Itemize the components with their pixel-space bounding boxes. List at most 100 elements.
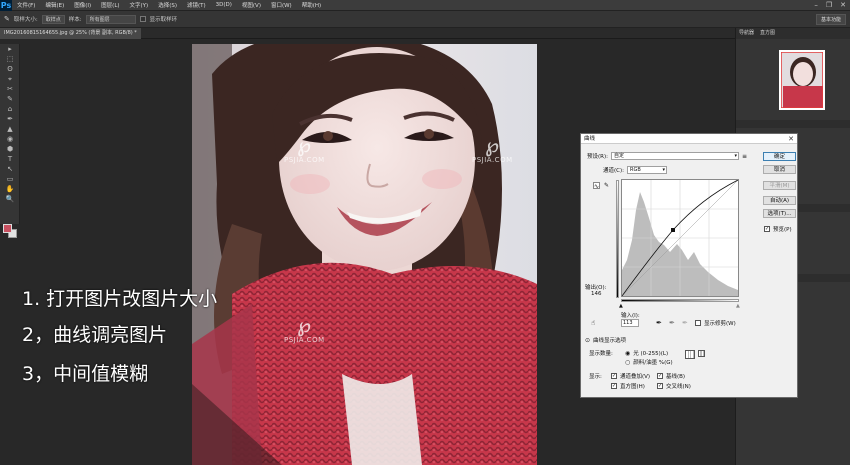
document-tab[interactable]: IMG20160815164655.jpg @ 25% (背景 副本, RGB/… xyxy=(0,28,141,39)
options-button[interactable]: 选项(T)... xyxy=(763,209,796,218)
pigment-label: 颜料/油墨 %(G) xyxy=(633,360,673,366)
smooth-button[interactable]: 平滑(M) xyxy=(763,181,796,190)
watermark-text: PSJIA.COM xyxy=(284,336,325,344)
pencil-draw-icon[interactable]: ✎ xyxy=(603,182,610,189)
intersection-option: ✓ 交叉线(N) xyxy=(657,382,691,390)
menu-window[interactable]: 窗口(W) xyxy=(266,1,297,9)
adjust-hand-icon[interactable]: ☝ xyxy=(591,319,595,327)
navigator-panel-tabs: 导航器 直方图 xyxy=(736,28,850,39)
histogram-option: ✓ 直方图(H) xyxy=(611,382,645,390)
healing-tool-icon[interactable]: ⌂ xyxy=(0,104,20,114)
intersection-checkbox[interactable]: ✓ xyxy=(657,383,663,389)
stamp-tool-icon[interactable]: ▲ xyxy=(0,124,20,134)
menu-file[interactable]: 文件(F) xyxy=(12,1,40,9)
menu-filter[interactable]: 滤镜(T) xyxy=(182,1,211,9)
menu-bar: Ps 文件(F) 编辑(E) 图像(I) 图层(L) 文字(Y) 选择(S) 滤… xyxy=(0,0,850,11)
black-eyedropper-icon[interactable]: ✒ xyxy=(656,319,662,327)
menu-help[interactable]: 帮助(H) xyxy=(297,1,326,9)
app-logo[interactable]: Ps xyxy=(0,0,12,11)
close-icon[interactable]: ✕ xyxy=(788,134,794,144)
channel-select[interactable]: RGB ▾ xyxy=(627,166,667,174)
channel-label: 通道(C): xyxy=(603,168,624,174)
eyedropper-tool-icon[interactable]: ✎ xyxy=(0,94,20,104)
black-point-slider-icon[interactable]: ▲ xyxy=(619,303,623,309)
move-tool-icon[interactable]: ▸ xyxy=(0,44,20,54)
light-radio[interactable]: ◉ xyxy=(625,350,630,357)
output-gradient-bar xyxy=(616,180,619,298)
curve-graph-svg xyxy=(621,179,739,297)
pigment-radio[interactable]: ○ xyxy=(625,359,630,366)
instruction-step-1: 1. 打开图片改图片大小 xyxy=(22,288,218,310)
intersection-label: 交叉线(N) xyxy=(666,384,691,390)
quick-select-tool-icon[interactable]: ⌖ xyxy=(0,74,20,84)
foreground-color-swatch[interactable] xyxy=(3,224,12,233)
document-tabs: IMG20160815164655.jpg @ 25% (背景 副本, RGB/… xyxy=(0,28,735,39)
restore-button[interactable]: ❐ xyxy=(826,0,832,11)
lasso-tool-icon[interactable]: ʘ xyxy=(0,64,20,74)
crop-tool-icon[interactable]: ✂ xyxy=(0,84,20,94)
white-point-slider-icon[interactable]: ▲ xyxy=(736,303,740,309)
preset-menu-icon[interactable]: ≡ xyxy=(742,153,747,160)
menu-select[interactable]: 选择(S) xyxy=(153,1,182,9)
channel-overlays-option: ✓ 通道叠加(V) xyxy=(611,372,650,380)
shape-tool-icon[interactable]: ▭ xyxy=(0,174,20,184)
hand-tool-icon[interactable]: ✋ xyxy=(0,184,20,194)
show-clipping-label: 显示修剪(W) xyxy=(704,321,736,327)
dialog-title: 曲线 xyxy=(584,136,596,142)
sample-select[interactable]: 所有图层 xyxy=(85,14,136,24)
white-eyedropper-icon[interactable]: ✒ xyxy=(682,319,688,327)
menu-edit[interactable]: 编辑(E) xyxy=(40,1,69,9)
zoom-tool-icon[interactable]: 🔍 xyxy=(0,194,20,204)
sample-size-select[interactable]: 取样点 xyxy=(41,14,65,24)
menu-layer[interactable]: 图层(L) xyxy=(96,1,124,9)
baseline-checkbox[interactable]: ✓ xyxy=(657,373,663,379)
gray-eyedropper-icon[interactable]: ✒ xyxy=(669,319,675,327)
auto-button[interactable]: 自动(A) xyxy=(763,196,796,205)
tab-histogram[interactable]: 直方图 xyxy=(760,28,775,39)
type-tool-icon[interactable]: T xyxy=(0,154,20,164)
grid-10x10-icon[interactable] xyxy=(698,350,705,357)
input-value[interactable]: 113 xyxy=(621,319,639,327)
marquee-tool-icon[interactable]: ⬚ xyxy=(0,54,20,64)
eyedropper-tool-icon[interactable]: ✎ xyxy=(4,15,10,23)
expand-toggle-icon[interactable]: ⊙ xyxy=(585,337,590,344)
dialog-titlebar[interactable]: 曲线 ✕ xyxy=(581,134,797,144)
path-select-tool-icon[interactable]: ↖ xyxy=(0,164,20,174)
tab-navigator[interactable]: 导航器 xyxy=(739,28,754,39)
workspace-select[interactable]: 基本功能 xyxy=(815,14,846,25)
channel-row: 通道(C): RGB ▾ xyxy=(603,166,667,174)
channel-overlays-checkbox[interactable]: ✓ xyxy=(611,373,617,379)
curve-graph[interactable] xyxy=(621,179,739,297)
menu-image[interactable]: 图像(I) xyxy=(69,1,96,9)
minimize-button[interactable]: – xyxy=(814,0,818,11)
preview-checkbox[interactable]: ✓ xyxy=(764,226,770,232)
histogram-checkbox[interactable]: ✓ xyxy=(611,383,617,389)
eraser-tool-icon[interactable]: ⬢ xyxy=(0,144,20,154)
navigator-thumbnail[interactable] xyxy=(779,50,825,110)
grid-4x4-icon[interactable] xyxy=(685,350,695,359)
brush-tool-icon[interactable]: ✒ xyxy=(0,114,20,124)
instruction-step-2: 2，曲线调亮图片 xyxy=(22,324,168,346)
input-gradient-bar xyxy=(621,299,739,302)
baseline-label: 基线(B) xyxy=(666,374,686,380)
light-option: ◉ 光 (0-255)(L) xyxy=(625,349,668,358)
preset-select[interactable]: 自定 ▾ xyxy=(610,152,739,160)
output-value[interactable]: 146 xyxy=(591,291,602,297)
color-swatches[interactable] xyxy=(3,224,17,238)
show-ring-checkbox[interactable] xyxy=(139,16,146,22)
menu-3d[interactable]: 3D(D) xyxy=(211,2,237,8)
ok-button[interactable]: 确定 xyxy=(763,152,796,161)
display-options-label: 曲线显示选项 xyxy=(593,338,627,344)
show-clipping-checkbox[interactable] xyxy=(695,320,701,326)
show-label: 显示: xyxy=(589,374,602,380)
close-button[interactable]: ✕ xyxy=(840,0,846,11)
menu-view[interactable]: 视图(V) xyxy=(237,1,266,9)
show-clipping-row: 显示修剪(W) xyxy=(695,319,736,327)
preset-label: 预设(R): xyxy=(587,154,608,160)
menu-type[interactable]: 文字(Y) xyxy=(125,1,154,9)
watermark: ℘ PSJIA.COM xyxy=(284,314,325,344)
cancel-button[interactable]: 取消 xyxy=(763,165,796,174)
canvas-photo[interactable]: ℘ PSJIA.COM ℘ PSJIA.COM ℘ PSJIA.COM xyxy=(192,44,537,465)
curve-edit-points-icon[interactable]: ∿ xyxy=(593,182,600,190)
history-brush-tool-icon[interactable]: ◉ xyxy=(0,134,20,144)
